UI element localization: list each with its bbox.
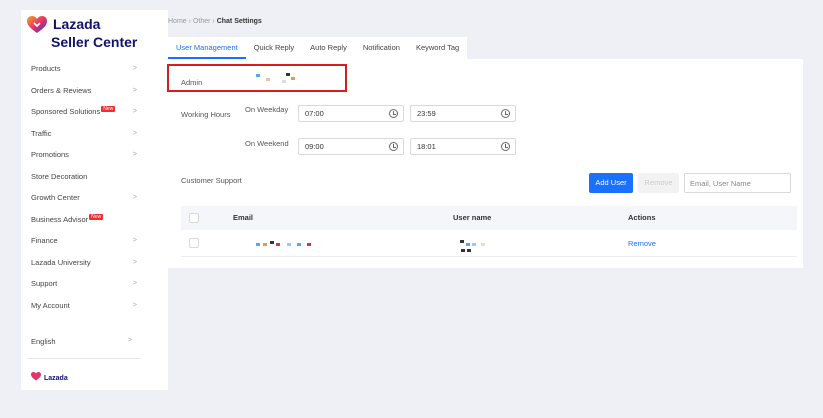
sidebar-item-support[interactable]: Support >	[21, 273, 147, 295]
chevron-right-icon: >	[132, 129, 137, 137]
weekday-label: On Weekday	[245, 105, 289, 114]
sidebar-divider	[27, 358, 141, 359]
sidebar-item-label: Business Advisor	[31, 214, 89, 224]
tab-notification[interactable]: Notification	[355, 37, 408, 59]
chevron-right-icon: >	[132, 280, 137, 287]
tab-keyword-tag[interactable]: Keyword Tag	[408, 37, 467, 59]
time-value: 18:01	[417, 142, 436, 151]
user-search-input[interactable]	[684, 173, 791, 193]
breadcrumb-other[interactable]: Other	[193, 18, 211, 25]
chevron-right-icon: >	[132, 65, 137, 72]
row-checkbox[interactable]	[189, 238, 199, 248]
weekend-label: On Weekend	[245, 139, 289, 148]
footer-brand-name: Lazada	[44, 375, 68, 382]
time-value: 23:59	[417, 109, 436, 118]
select-all-checkbox[interactable]	[189, 213, 199, 223]
chevron-right-icon: >	[132, 301, 137, 309]
chevron-right-icon: >	[128, 337, 133, 344]
settings-tabs: User Management Quick Reply Auto Reply N…	[168, 37, 468, 59]
clock-icon	[389, 109, 398, 118]
chevron-right-icon: >	[132, 86, 137, 94]
email-column-header: Email	[233, 213, 254, 222]
tab-quick-reply[interactable]: Quick Reply	[246, 37, 302, 59]
breadcrumb-separator: ›	[188, 18, 191, 25]
new-badge: New	[101, 106, 116, 112]
chevron-right-icon: >	[132, 108, 137, 115]
breadcrumb-separator: ›	[212, 18, 215, 25]
sidebar-item-growth-center[interactable]: Growth Center >	[21, 187, 147, 209]
sidebar-item-label: My Account	[31, 300, 70, 310]
weekday-end-time[interactable]: 23:59	[410, 105, 516, 122]
sidebar-menu: Products > Orders & Reviews > Sponsored So…	[21, 58, 147, 316]
sidebar-item-orders-reviews[interactable]: Orders & Reviews >	[21, 80, 147, 102]
new-badge: New	[89, 213, 104, 220]
username-column-header: User name	[453, 213, 492, 222]
breadcrumb-home[interactable]: Home	[168, 18, 187, 25]
sidebar-item-my-account[interactable]: My Account >	[21, 295, 147, 317]
sidebar-item-traffic[interactable]: Traffic >	[21, 123, 147, 145]
sidebar-item-label: Store Decoration	[31, 171, 88, 181]
clock-icon	[389, 142, 398, 151]
sidebar-item-label: Finance	[31, 236, 58, 245]
admin-label: Admin	[181, 78, 203, 87]
remove-user-button[interactable]: Remove	[638, 173, 679, 193]
time-value: 09:00	[305, 142, 324, 151]
chevron-right-icon: >	[132, 237, 137, 244]
sidebar-item-label: Traffic	[31, 128, 52, 138]
sidebar-item-finance[interactable]: Finance >	[21, 230, 147, 252]
sidebar-item-promotions[interactable]: Promotions >	[21, 144, 147, 166]
breadcrumb-current: Chat Settings	[216, 18, 262, 25]
remove-row-link[interactable]: Remove	[628, 230, 656, 257]
sidebar-item-label: Growth Center	[31, 193, 80, 202]
weekday-start-time[interactable]: 07:00	[298, 105, 404, 122]
sidebar-item-label: Products	[31, 64, 61, 73]
brand-logo[interactable]: Lazada Seller Center	[27, 14, 147, 54]
sidebar-item-label: Sponsored Solutions	[31, 107, 101, 116]
users-table-header: Email User name Actions	[181, 206, 797, 230]
chevron-right-icon: >	[132, 258, 137, 266]
clock-icon	[501, 109, 510, 118]
sidebar-item-label: Promotions	[31, 150, 69, 159]
breadcrumb: Home › Other › Chat Settings	[168, 18, 262, 25]
lazada-heart-icon	[27, 16, 47, 33]
language-selector[interactable]: English	[31, 337, 56, 346]
actions-column-header: Actions	[628, 213, 656, 222]
sidebar-item-label: Support	[31, 279, 58, 288]
chevron-right-icon: >	[132, 151, 137, 158]
customer-support-label: Customer Support	[181, 176, 242, 185]
tab-user-management[interactable]: User Management	[168, 37, 246, 59]
sidebar-item-store-decoration[interactable]: Store Decoration	[21, 166, 147, 188]
sidebar-item-business-advisor[interactable]: Business Advisor New	[21, 209, 147, 231]
sidebar-item-lazada-university[interactable]: Lazada University >	[21, 252, 147, 274]
working-hours-label: Working Hours	[181, 110, 231, 119]
clock-icon	[501, 142, 510, 151]
weekend-end-time[interactable]: 18:01	[410, 138, 516, 155]
sidebar: Lazada Seller Center Products > Orders & …	[21, 10, 147, 390]
sidebar-item-label: Lazada University	[31, 257, 91, 267]
sidebar-item-products[interactable]: Products >	[21, 58, 147, 80]
time-value: 07:00	[305, 109, 324, 118]
lazada-heart-icon	[31, 372, 41, 381]
table-row: Remove	[181, 230, 797, 257]
brand-subtitle: Seller Center	[51, 34, 138, 50]
tab-auto-reply[interactable]: Auto Reply	[302, 37, 355, 59]
sidebar-item-label: Orders & Reviews	[31, 85, 92, 95]
weekend-start-time[interactable]: 09:00	[298, 138, 404, 155]
add-user-button[interactable]: Add User	[589, 173, 633, 193]
sidebar-item-sponsored-solutions[interactable]: Sponsored Solutions New >	[21, 101, 147, 123]
chevron-right-icon: >	[132, 194, 137, 201]
footer-logo: Lazada	[31, 372, 68, 382]
brand-name: Lazada	[53, 16, 101, 32]
